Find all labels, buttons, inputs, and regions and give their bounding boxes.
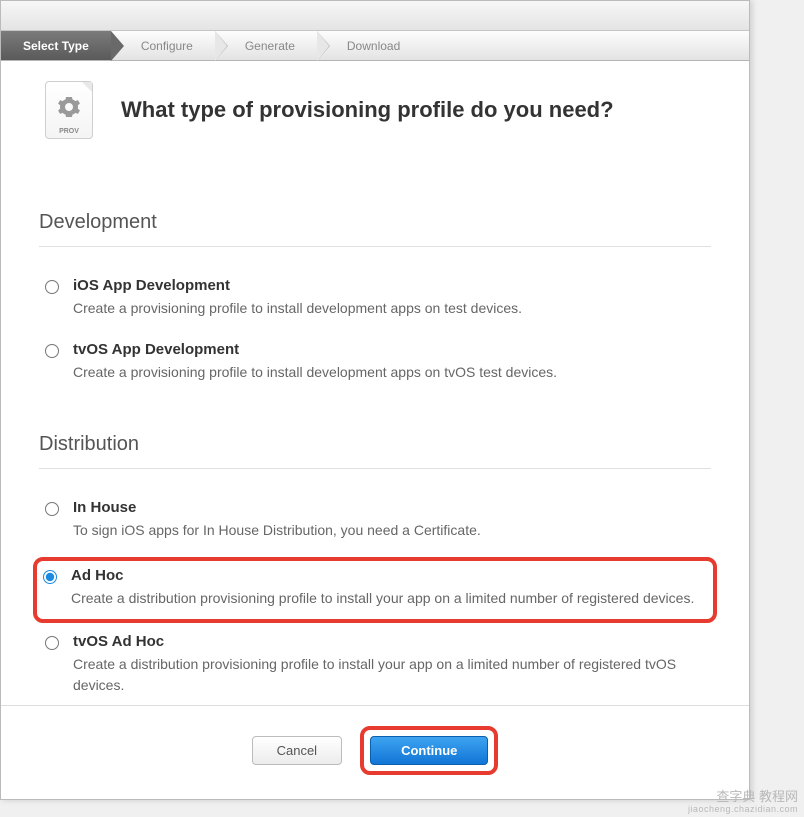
option-ios-app-development[interactable]: iOS App Development Create a provisionin… (39, 269, 711, 333)
step-select-type[interactable]: Select Type (1, 31, 111, 60)
radio-ios-app-development[interactable] (45, 280, 59, 294)
footer-actions: Cancel Continue (1, 705, 749, 775)
option-tvos-app-development[interactable]: tvOS App Development Create a provisioni… (39, 333, 711, 397)
radio-ad-hoc[interactable] (43, 570, 57, 584)
wizard-steps: Select Type Configure Generate Download (1, 31, 749, 61)
option-title: iOS App Development (73, 277, 705, 294)
icon-caption: PROV (59, 128, 79, 135)
step-download[interactable]: Download (317, 31, 422, 60)
step-label: Download (347, 39, 400, 53)
step-label: Generate (245, 39, 295, 53)
page-header: PROV What type of provisioning profile d… (39, 81, 711, 175)
page-title: What type of provisioning profile do you… (121, 97, 614, 123)
window-toolbar (1, 1, 749, 31)
option-title: tvOS Ad Hoc (73, 633, 705, 650)
watermark: 查字典 教程网 jiaocheng.chazidian.com (688, 789, 798, 815)
section-title-distribution: Distribution (39, 433, 711, 469)
continue-highlight: Continue (360, 726, 498, 775)
development-options: iOS App Development Create a provisionin… (39, 269, 711, 397)
option-desc: To sign iOS apps for In House Distributi… (73, 520, 705, 541)
radio-tvos-ad-hoc[interactable] (45, 636, 59, 650)
option-desc: Create a provisioning profile to install… (73, 298, 705, 319)
step-generate[interactable]: Generate (215, 31, 317, 60)
provisioning-profile-icon: PROV (45, 81, 93, 139)
continue-button[interactable]: Continue (370, 736, 488, 765)
option-ad-hoc[interactable]: Ad Hoc Create a distribution provisionin… (33, 557, 717, 623)
gear-icon (57, 95, 81, 119)
option-desc: Create a distribution provisioning profi… (71, 588, 707, 609)
radio-tvos-app-development[interactable] (45, 344, 59, 358)
option-title: Ad Hoc (71, 567, 707, 584)
provisioning-profile-wizard: Select Type Configure Generate Download … (0, 0, 750, 800)
radio-in-house[interactable] (45, 502, 59, 516)
step-configure[interactable]: Configure (111, 31, 215, 60)
option-desc: Create a provisioning profile to install… (73, 362, 705, 383)
step-label: Select Type (23, 39, 89, 53)
option-title: tvOS App Development (73, 341, 705, 358)
option-in-house[interactable]: In House To sign iOS apps for In House D… (39, 491, 711, 555)
step-label: Configure (141, 39, 193, 53)
watermark-sub: jiaocheng.chazidian.com (688, 804, 798, 815)
option-tvos-ad-hoc[interactable]: tvOS Ad Hoc Create a distribution provis… (39, 625, 711, 710)
option-title: In House (73, 499, 705, 516)
distribution-options: In House To sign iOS apps for In House D… (39, 491, 711, 710)
main-content: PROV What type of provisioning profile d… (1, 61, 749, 766)
option-desc: Create a distribution provisioning profi… (73, 654, 705, 696)
watermark-main: 查字典 教程网 (688, 789, 798, 805)
cancel-button[interactable]: Cancel (252, 736, 342, 765)
section-title-development: Development (39, 211, 711, 247)
